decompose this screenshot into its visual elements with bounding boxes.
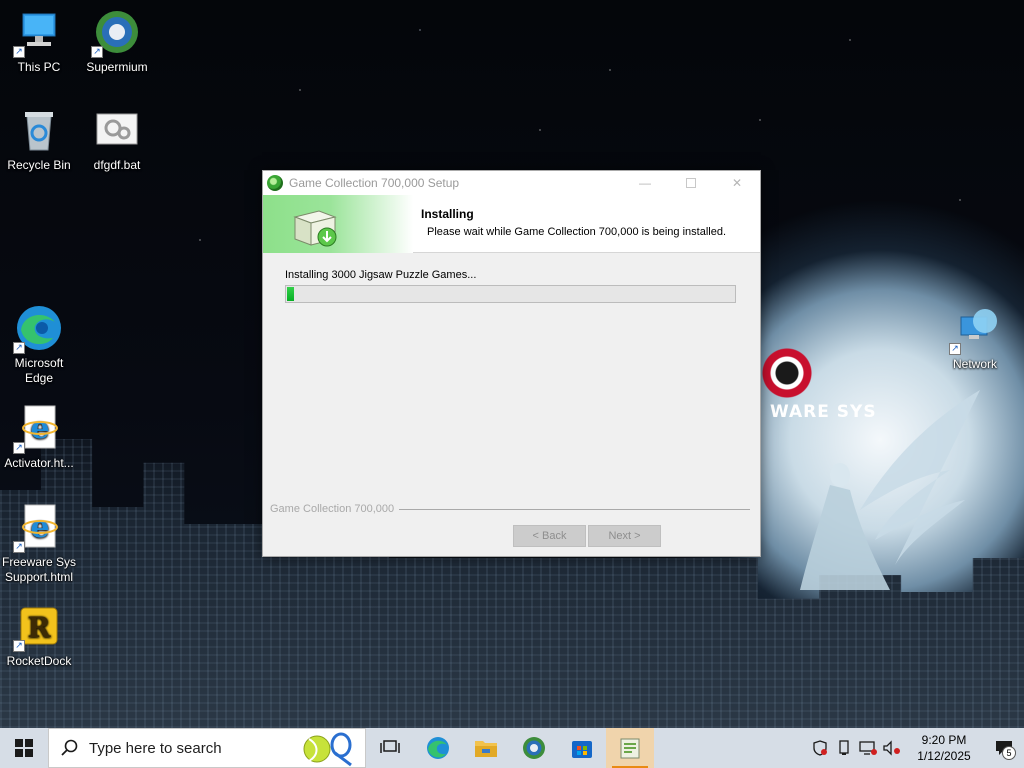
network-icon: ↗ xyxy=(949,305,999,355)
minimize-button[interactable]: — xyxy=(622,171,668,195)
taskbar-microsoft-store[interactable] xyxy=(558,728,606,768)
angel-figure-icon xyxy=(800,390,980,590)
internet-explorer-icon: e ↗ xyxy=(13,503,63,553)
desktop-icon-supermium[interactable]: ↗ Supermium xyxy=(78,8,156,75)
edge-icon xyxy=(427,737,449,759)
desktop-icon-microsoft-edge[interactable]: ↗ Microsoft Edge xyxy=(0,304,78,386)
desktop-icon-recycle-bin[interactable]: Recycle Bin xyxy=(0,106,78,173)
divider-rule xyxy=(399,508,750,510)
clock-time: 9:20 PM xyxy=(921,733,967,747)
desktop-icon-this-pc[interactable]: ↗ This PC xyxy=(0,8,78,75)
maximize-icon xyxy=(686,178,696,188)
desktop-icon-label: Activator.ht... xyxy=(4,456,74,470)
tennis-search-highlight-icon[interactable] xyxy=(301,731,357,767)
desktop-icon-network[interactable]: ↗ Network xyxy=(936,305,1014,372)
desktop-icon-label: dfgdf.bat xyxy=(93,158,141,172)
security-tray[interactable] xyxy=(808,728,832,768)
progress-fill xyxy=(287,287,295,301)
install-progress-bar xyxy=(285,285,736,303)
search-placeholder: Type here to search xyxy=(89,739,222,757)
desktop-icon-label: This PC xyxy=(17,60,61,74)
supermium-icon xyxy=(523,737,545,759)
setup-window: Game Collection 700,000 Setup — ✕ Instal… xyxy=(262,170,761,557)
desktop-icon-dfgdf-bat[interactable]: dfgdf.bat xyxy=(78,106,156,173)
shortcut-arrow-icon: ↗ xyxy=(91,46,103,58)
header-subtitle: Please wait while Game Collection 700,00… xyxy=(427,226,727,238)
window-titlebar[interactable]: Game Collection 700,000 Setup — ✕ xyxy=(263,171,760,195)
svg-text:R: R xyxy=(27,611,51,644)
search-icon xyxy=(61,739,78,756)
desktop-icon-label: Network xyxy=(952,357,997,371)
shortcut-arrow-icon: ↗ xyxy=(949,343,961,355)
desktop-icon-label: Supermium xyxy=(86,60,148,74)
system-tray: 9:20 PM 1/12/2025 5 xyxy=(808,728,1024,768)
desktop-icon-rocketdock[interactable]: R ↗ RocketDock xyxy=(0,602,78,669)
desktop-icon-activator-html[interactable]: e ↗ Activator.ht... xyxy=(0,404,78,471)
this-pc-icon: ↗ xyxy=(13,8,63,58)
task-view-icon xyxy=(380,740,400,753)
taskbar-setup-installer[interactable] xyxy=(606,728,654,768)
usb-tray[interactable] xyxy=(832,728,856,768)
wizard-header: Installing Please wait while Game Collec… xyxy=(263,195,760,253)
desktop-icon-freeware-sys-support[interactable]: e ↗ Freeware Sys Support.html xyxy=(0,503,78,585)
desktop-icon-label: RocketDock xyxy=(6,654,72,668)
shortcut-arrow-icon: ↗ xyxy=(13,342,25,354)
taskbar: Type here to search 9:20 PM 1/12/2025 5 xyxy=(0,728,1024,768)
taskbar-clock[interactable]: 9:20 PM 1/12/2025 xyxy=(904,732,984,764)
shortcut-arrow-icon: ↗ xyxy=(13,46,25,58)
taskbar-supermium[interactable] xyxy=(510,728,558,768)
installer-icon xyxy=(620,738,640,759)
shortcut-arrow-icon: ↗ xyxy=(13,442,25,454)
taskbar-edge[interactable] xyxy=(414,728,462,768)
desktop-icon-label: Microsoft Edge xyxy=(14,356,64,385)
folder-icon xyxy=(475,741,497,757)
window-title: Game Collection 700,000 Setup xyxy=(289,176,460,190)
wizard-body: Installing 3000 Jigsaw Puzzle Games... G… xyxy=(263,253,760,555)
notification-center-button[interactable]: 5 xyxy=(984,728,1024,768)
internet-explorer-icon: e ↗ xyxy=(13,404,63,454)
shortcut-arrow-icon: ↗ xyxy=(13,541,25,553)
shortcut-arrow-icon: ↗ xyxy=(13,640,25,652)
store-icon xyxy=(572,741,592,758)
install-status-text: Installing 3000 Jigsaw Puzzle Games... xyxy=(285,269,477,281)
svg-text:e: e xyxy=(30,510,49,545)
desktop-icon-label: Freeware Sys Support.html xyxy=(1,555,77,584)
speaker-muted-icon xyxy=(883,740,900,756)
setup-app-icon xyxy=(267,175,283,191)
desktop-icon-label: Recycle Bin xyxy=(7,158,71,172)
supermium-icon: ↗ xyxy=(91,8,141,58)
usb-device-icon xyxy=(839,740,849,755)
next-button[interactable]: Next > xyxy=(588,525,661,547)
maximize-button[interactable] xyxy=(668,171,714,195)
svg-text:e: e xyxy=(30,411,49,446)
network-tray[interactable] xyxy=(856,728,880,768)
rocketdock-icon: R ↗ xyxy=(13,602,63,652)
edge-icon: ↗ xyxy=(13,304,63,354)
clock-date: 1/12/2025 xyxy=(917,749,971,763)
recycle-bin-icon xyxy=(15,106,63,154)
brand-text: Game Collection 700,000 xyxy=(270,503,395,515)
network-status-icon xyxy=(859,741,877,755)
install-box-icon xyxy=(293,210,337,247)
start-button[interactable] xyxy=(0,728,48,768)
close-button[interactable]: ✕ xyxy=(714,171,760,195)
shield-icon xyxy=(813,740,827,756)
batch-file-icon xyxy=(93,106,141,154)
notification-badge: 5 xyxy=(1002,746,1016,760)
header-title: Installing xyxy=(421,207,474,221)
windows-logo-icon xyxy=(15,739,33,757)
taskbar-file-explorer[interactable] xyxy=(462,728,510,768)
taskbar-task-view[interactable] xyxy=(366,728,414,768)
taskbar-search-box[interactable]: Type here to search xyxy=(48,728,366,768)
brand-divider: Game Collection 700,000 xyxy=(270,503,750,515)
volume-tray[interactable] xyxy=(880,728,904,768)
back-button[interactable]: < Back xyxy=(513,525,586,547)
